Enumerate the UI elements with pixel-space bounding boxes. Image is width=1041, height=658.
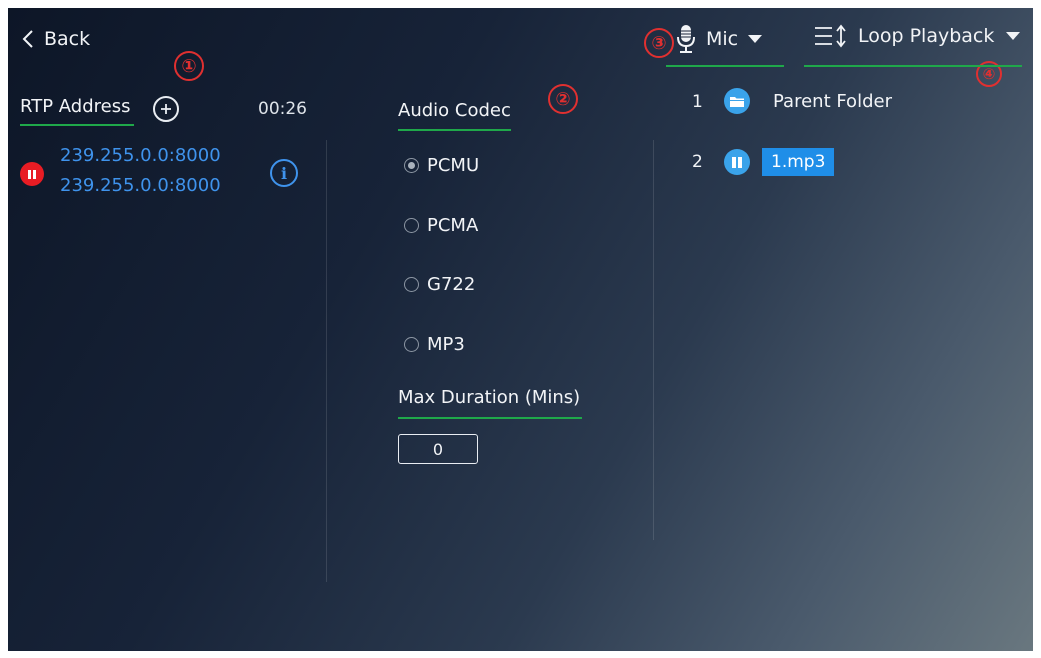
broadcast-timer: 00:26 (258, 99, 307, 119)
radio-unchecked-icon (404, 337, 419, 352)
codec-option-g722[interactable]: G722 (404, 274, 475, 295)
parent-folder-item[interactable]: Parent Folder (773, 91, 892, 112)
back-button[interactable]: Back (22, 24, 90, 54)
panel-divider-right (653, 140, 654, 540)
max-duration-input[interactable] (398, 434, 478, 464)
pause-icon (27, 169, 37, 179)
radio-unchecked-icon (404, 218, 419, 233)
info-icon[interactable]: i (270, 159, 298, 187)
audio-codec-title: Audio Codec (398, 100, 511, 121)
playback-mode-underline (804, 65, 1022, 67)
rtp-address-underline (20, 124, 134, 126)
playback-mode-label: Loop Playback (858, 25, 995, 47)
microphone-icon (677, 25, 695, 53)
file-index: 1 (692, 92, 703, 112)
rtp-pause-button[interactable] (20, 162, 44, 186)
callout-marker-2: ② (548, 84, 578, 114)
codec-option-mp3[interactable]: MP3 (404, 334, 465, 355)
callout-marker-1: ① (174, 51, 204, 81)
folder-icon[interactable] (724, 88, 750, 114)
codec-option-label: MP3 (427, 334, 465, 355)
file-pause-button[interactable] (724, 149, 750, 175)
rtp-address-line-1[interactable]: 239.255.0.0:8000 (60, 145, 221, 166)
audio-source-underline (666, 65, 784, 67)
codec-option-pcmu[interactable]: PCMU (404, 155, 479, 176)
playback-mode-dropdown[interactable]: Loop Playback (814, 24, 1021, 48)
screen: Back ① ② ③ ④ Mic Loop Playback RTP Addre… (8, 8, 1033, 651)
audio-codec-underline (398, 129, 511, 131)
back-label: Back (44, 28, 91, 50)
pause-icon (731, 156, 743, 168)
callout-marker-3: ③ (644, 28, 674, 58)
caret-down-icon (748, 35, 763, 43)
rtp-address-title: RTP Address (20, 96, 131, 117)
audio-source-label: Mic (706, 28, 739, 50)
max-duration-underline (398, 417, 582, 419)
file-index: 2 (692, 152, 703, 172)
add-rtp-address-button[interactable] (153, 96, 179, 122)
caret-down-icon (1006, 32, 1021, 40)
radio-unchecked-icon (404, 277, 419, 292)
audio-source-dropdown[interactable]: Mic (676, 24, 763, 54)
radio-checked-icon (404, 158, 419, 173)
codec-option-label: PCMU (427, 155, 480, 176)
panel-divider-left (326, 140, 327, 582)
codec-option-pcma[interactable]: PCMA (404, 215, 478, 236)
loop-playback-icon (815, 24, 846, 48)
codec-option-label: PCMA (427, 215, 479, 236)
file-item-selected[interactable]: 1.mp3 (762, 148, 835, 176)
codec-option-label: G722 (427, 274, 476, 295)
chevron-left-icon (22, 30, 33, 48)
max-duration-title: Max Duration (Mins) (398, 387, 581, 408)
plus-icon (161, 104, 171, 114)
rtp-address-line-2[interactable]: 239.255.0.0:8000 (60, 175, 221, 196)
